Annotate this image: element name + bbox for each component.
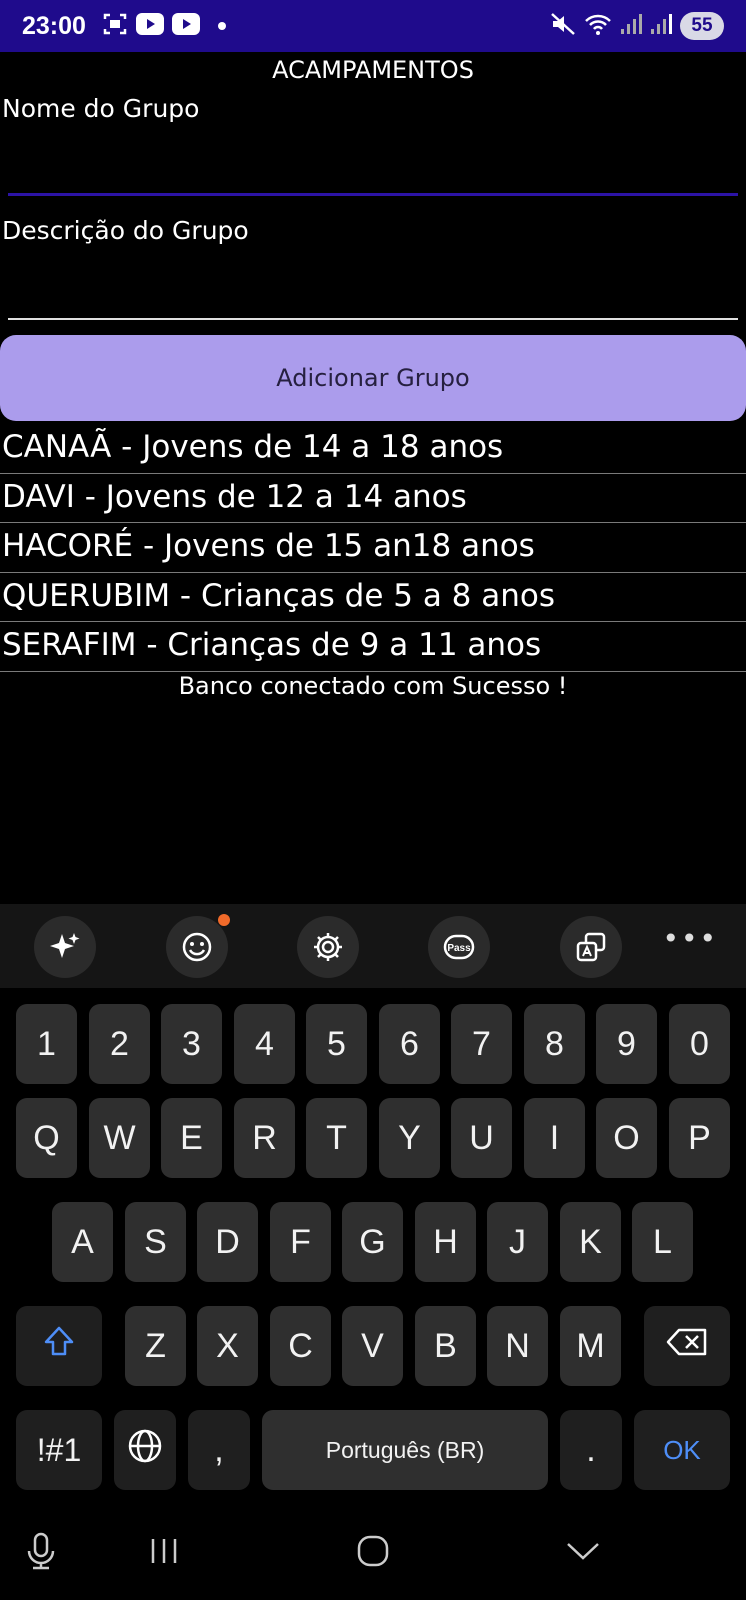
ai-sparkle-icon[interactable] [34, 916, 96, 978]
screenshot-icon [102, 12, 128, 40]
key-m[interactable]: M [560, 1306, 621, 1386]
key-5[interactable]: 5 [306, 1004, 367, 1084]
key-x[interactable]: X [197, 1306, 258, 1386]
group-name-underline [8, 193, 738, 196]
group-name-label: Nome do Grupo [2, 94, 200, 123]
battery-indicator: 55 [680, 12, 724, 40]
signal-icon [650, 12, 672, 40]
list-item[interactable]: HACORÉ - Jovens de 15 an18 anos [0, 523, 746, 573]
ok-key[interactable]: OK [634, 1410, 730, 1490]
key-y[interactable]: Y [379, 1098, 440, 1178]
key-6[interactable]: 6 [379, 1004, 440, 1084]
settings-icon[interactable] [297, 916, 359, 978]
list-item[interactable]: CANAÃ - Jovens de 14 a 18 anos [0, 424, 746, 474]
key-7[interactable]: 7 [451, 1004, 512, 1084]
key-p[interactable]: P [669, 1098, 730, 1178]
navigation-bar [0, 1496, 746, 1600]
status-time: 23:00 [22, 11, 86, 40]
key-b[interactable]: B [415, 1306, 476, 1386]
notification-dot [217, 22, 226, 30]
key-t[interactable]: T [306, 1098, 367, 1178]
key-1[interactable]: 1 [16, 1004, 77, 1084]
microphone-icon[interactable] [16, 1526, 66, 1576]
key-o[interactable]: O [596, 1098, 657, 1178]
pass-icon[interactable]: Pass [428, 916, 490, 978]
key-c[interactable]: C [270, 1306, 331, 1386]
space-key[interactable]: Português (BR) [262, 1410, 548, 1490]
key-h[interactable]: H [415, 1202, 476, 1282]
group-description-label: Descrição do Grupo [2, 216, 249, 245]
page-title: ACAMPAMENTOS [272, 56, 474, 84]
backspace-key[interactable] [644, 1306, 730, 1386]
key-e[interactable]: E [161, 1098, 222, 1178]
signal-icon [620, 12, 642, 40]
globe-icon [127, 1428, 163, 1473]
key-z[interactable]: Z [125, 1306, 186, 1386]
key-4[interactable]: 4 [234, 1004, 295, 1084]
key-d[interactable]: D [197, 1202, 258, 1282]
key-0[interactable]: 0 [669, 1004, 730, 1084]
group-list: CANAÃ - Jovens de 14 a 18 anos DAVI - Jo… [0, 424, 746, 672]
group-name-input[interactable] [8, 132, 738, 192]
status-message: Banco conectado com Sucesso ! [178, 672, 568, 700]
list-item[interactable]: SERAFIM - Crianças de 9 a 11 anos [0, 622, 746, 672]
status-bar: 23:00 55 [0, 0, 746, 52]
key-q[interactable]: Q [16, 1098, 77, 1178]
key-f[interactable]: F [270, 1202, 331, 1282]
key-k[interactable]: K [560, 1202, 621, 1282]
key-i[interactable]: I [524, 1098, 585, 1178]
group-description-input[interactable] [8, 254, 738, 314]
language-key[interactable] [114, 1410, 176, 1490]
youtube-icon [171, 13, 200, 39]
key-a[interactable]: A [52, 1202, 113, 1282]
group-description-underline [8, 318, 738, 320]
keyboard: Pass ••• 1 2 3 4 5 6 7 8 9 0 Q W E R T Y… [0, 904, 746, 1496]
key-g[interactable]: G [342, 1202, 403, 1282]
key-w[interactable]: W [89, 1098, 150, 1178]
emoji-notification-dot [218, 914, 230, 926]
period-key[interactable]: . [560, 1410, 622, 1490]
key-n[interactable]: N [487, 1306, 548, 1386]
key-r[interactable]: R [234, 1098, 295, 1178]
comma-key[interactable]: , [188, 1410, 250, 1490]
shift-icon [43, 1325, 75, 1368]
emoji-icon[interactable] [166, 914, 230, 978]
key-v[interactable]: V [342, 1306, 403, 1386]
add-group-button[interactable]: Adicionar Grupo [0, 335, 746, 421]
key-l[interactable]: L [632, 1202, 693, 1282]
key-3[interactable]: 3 [161, 1004, 222, 1084]
youtube-icon [135, 13, 164, 39]
symbols-key[interactable]: !#1 [16, 1410, 102, 1490]
translate-icon[interactable] [560, 916, 622, 978]
list-item[interactable]: QUERUBIM - Crianças de 5 a 8 anos [0, 573, 746, 622]
key-s[interactable]: S [125, 1202, 186, 1282]
key-u[interactable]: U [451, 1098, 512, 1178]
key-9[interactable]: 9 [596, 1004, 657, 1084]
more-icon[interactable]: ••• [662, 922, 718, 955]
key-j[interactable]: J [487, 1202, 548, 1282]
key-8[interactable]: 8 [524, 1004, 585, 1084]
backspace-icon [666, 1327, 708, 1366]
shift-key[interactable] [16, 1306, 102, 1386]
home-icon[interactable] [348, 1526, 398, 1576]
recent-apps-icon[interactable] [139, 1526, 189, 1576]
mute-icon [550, 12, 576, 40]
wifi-icon [584, 12, 612, 40]
key-2[interactable]: 2 [89, 1004, 150, 1084]
back-icon[interactable] [558, 1526, 608, 1576]
keyboard-keys: 1 2 3 4 5 6 7 8 9 0 Q W E R T Y U I O P … [0, 988, 746, 1496]
pass-label: Pass [447, 943, 471, 954]
list-item[interactable]: DAVI - Jovens de 12 a 14 anos [0, 474, 746, 523]
keyboard-toolbar: Pass ••• [0, 904, 746, 988]
